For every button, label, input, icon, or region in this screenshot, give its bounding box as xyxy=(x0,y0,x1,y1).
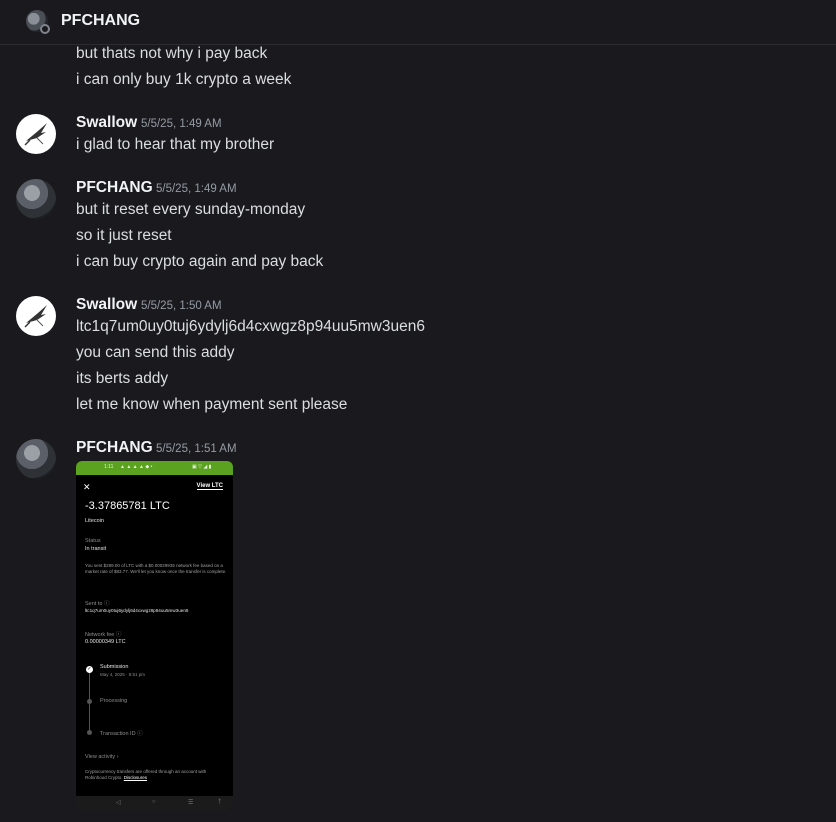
accessibility-icon: † xyxy=(218,799,222,805)
message-text: let me know when payment sent please xyxy=(76,396,348,413)
avatar[interactable] xyxy=(16,439,56,479)
step-dot-icon xyxy=(87,699,92,704)
network-fee-value: 0.00000349 LTC xyxy=(85,639,126,645)
recents-icon: ☰ xyxy=(188,800,194,806)
sent-to-label: Sent to ⓘ xyxy=(85,601,110,607)
transfer-amount: -3.37865781 LTC xyxy=(85,500,170,512)
username[interactable]: Swallow xyxy=(76,296,137,314)
sent-to-address: ltc1q7um0uy0tuj6ydylj6d4cxwgz8p94uu5mw3u… xyxy=(85,608,189,613)
avatar[interactable] xyxy=(16,114,56,154)
username[interactable]: Swallow xyxy=(76,114,137,132)
step-processing: Processing xyxy=(100,698,128,704)
step-transaction-id: Transaction ID ⓘ xyxy=(100,731,143,737)
notification-icons: ▲ ▲ ▲ ▲ ◆ • xyxy=(120,464,153,470)
view-activity-link: View activity › xyxy=(85,754,119,760)
step-dot-icon xyxy=(87,730,92,735)
back-icon: ◁ xyxy=(116,800,121,806)
check-icon: ✓ xyxy=(86,666,93,673)
timestamp: 5/5/25, 1:50 AM xyxy=(141,300,222,312)
asset-name: Litecoin xyxy=(85,518,104,524)
username[interactable]: PFCHANG xyxy=(76,439,153,457)
phone-status-bar: 1:11 ▲ ▲ ▲ ▲ ◆ • ▣ ▽ ◢ ▮ xyxy=(76,461,233,475)
avatar[interactable] xyxy=(16,296,56,336)
username[interactable]: PFCHANG xyxy=(76,179,153,197)
message-text: but it reset every sunday-monday xyxy=(76,201,306,218)
message-text: ltc1q7um0uy0tuj6ydylj6d4cxwgz8p94uu5mw3u… xyxy=(76,318,425,335)
message-text: i can only buy 1k crypto a week xyxy=(76,71,292,88)
status-indicator-icon xyxy=(40,24,50,34)
message-text: but thats not why i pay back xyxy=(76,45,268,62)
transfer-description: You sent $299.00 of LTC with a $0.000299… xyxy=(85,563,227,574)
message-text: i glad to hear that my brother xyxy=(76,136,275,153)
avatar[interactable] xyxy=(16,179,56,219)
image-attachment[interactable]: 1:11 ▲ ▲ ▲ ▲ ◆ • ▣ ▽ ◢ ▮ ✕ View LTC -3.3… xyxy=(76,461,233,811)
dm-title: PFCHANG xyxy=(61,12,141,29)
status-label: Status xyxy=(85,538,101,544)
step-submission-date: May 4, 2025 · 5:51 pm xyxy=(100,672,146,677)
footer-disclaimer: Cryptocurrency transfers are offered thr… xyxy=(85,769,207,780)
view-ltc-link: View LTC xyxy=(196,483,223,490)
close-icon: ✕ xyxy=(83,482,91,492)
timestamp: 5/5/25, 1:49 AM xyxy=(141,118,222,130)
battery-icon: ▣ ▽ ◢ ▮ xyxy=(192,464,212,470)
timestamp: 5/5/25, 1:51 AM xyxy=(156,443,237,455)
status-time: 1:11 xyxy=(104,464,114,470)
timestamp: 5/5/25, 1:49 AM xyxy=(156,183,237,195)
bird-icon xyxy=(24,123,47,146)
phone-nav-bar: ◁ ○ ☰ † xyxy=(76,796,233,811)
status-value: In transit xyxy=(85,546,107,552)
message-text: its berts addy xyxy=(76,370,169,387)
message-text: you can send this addy xyxy=(76,344,235,361)
message-text: i can buy crypto again and pay back xyxy=(76,253,324,270)
home-icon: ○ xyxy=(152,799,156,805)
message-text: so it just reset xyxy=(76,227,172,244)
step-submission: Submission xyxy=(100,664,129,670)
network-fee-label: Network fee ⓘ xyxy=(85,632,122,638)
bird-icon xyxy=(24,305,47,328)
channel-header: PFCHANG xyxy=(0,0,836,45)
